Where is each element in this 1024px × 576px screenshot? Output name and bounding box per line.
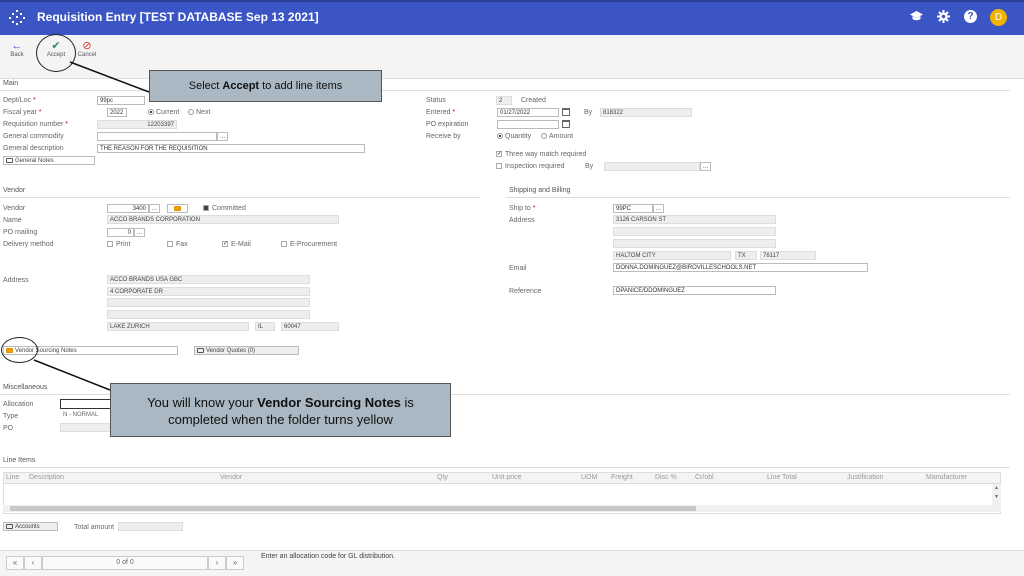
- accept-callout: Select Accept to add line items: [149, 70, 382, 102]
- vendor-notes-callout: You will know your Vendor Sourcing Notes…: [110, 383, 451, 437]
